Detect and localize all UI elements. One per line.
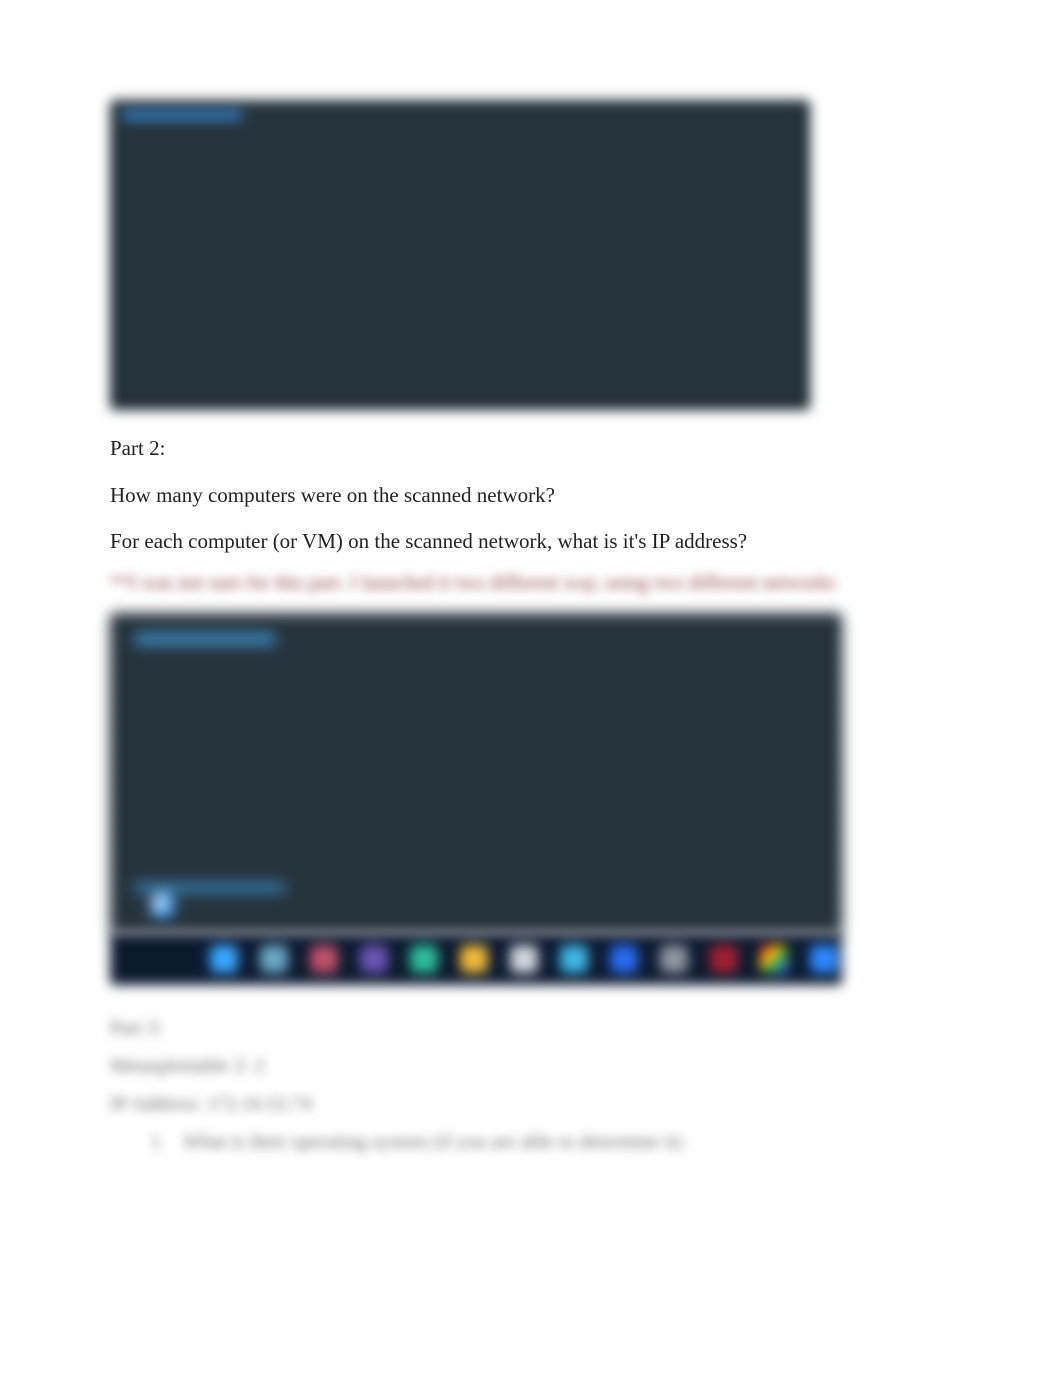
globe-icon[interactable] — [210, 945, 238, 973]
terminal-text-blur — [120, 623, 832, 923]
screenshot-group-2 — [110, 613, 952, 985]
line-metasploitable: Metasploitable 2: 2 — [110, 1049, 952, 1083]
question-1: How many computers were on the scanned n… — [110, 479, 952, 512]
wave-icon[interactable] — [410, 945, 438, 973]
bug-icon[interactable] — [310, 945, 338, 973]
screenshot-terminal-1 — [110, 100, 810, 410]
os-logo-icon — [150, 893, 176, 919]
line-ip-address: IP Address: 172.16.52.74 — [110, 1087, 952, 1121]
drop-icon[interactable] — [560, 945, 588, 973]
part-2-heading: Part 2: — [110, 432, 952, 465]
folder-icon[interactable] — [460, 945, 488, 973]
blurred-author-note: **I was not sure for this part. I launch… — [110, 572, 952, 595]
app-icon[interactable] — [360, 945, 388, 973]
document-page: Part 2: How many computers were on the s… — [0, 0, 1062, 1376]
record-icon[interactable] — [710, 945, 738, 973]
list-number: 1. — [150, 1125, 165, 1159]
gear-icon[interactable] — [660, 945, 688, 973]
edge-icon[interactable] — [810, 945, 838, 973]
terminal-highlight — [135, 633, 275, 645]
screenshot-terminal-2 — [110, 613, 842, 933]
terminal-highlight — [122, 110, 242, 120]
blurred-followup-block: Part 3: Metasploitable 2: 2 IP Address: … — [110, 1011, 952, 1159]
list-question-text: What is their operating system (if you a… — [183, 1125, 682, 1159]
terminal-highlight — [135, 883, 285, 893]
shield-icon[interactable] — [610, 945, 638, 973]
terminal-text-blur — [120, 110, 800, 400]
numbered-question: 1. What is their operating system (if yo… — [150, 1125, 952, 1159]
part-3-heading: Part 3: — [110, 1011, 952, 1045]
question-2: For each computer (or VM) on the scanned… — [110, 525, 952, 558]
disc-icon[interactable] — [510, 945, 538, 973]
chrome-icon[interactable] — [760, 945, 788, 973]
os-taskbar — [110, 933, 842, 985]
terminal-icon[interactable] — [260, 945, 288, 973]
